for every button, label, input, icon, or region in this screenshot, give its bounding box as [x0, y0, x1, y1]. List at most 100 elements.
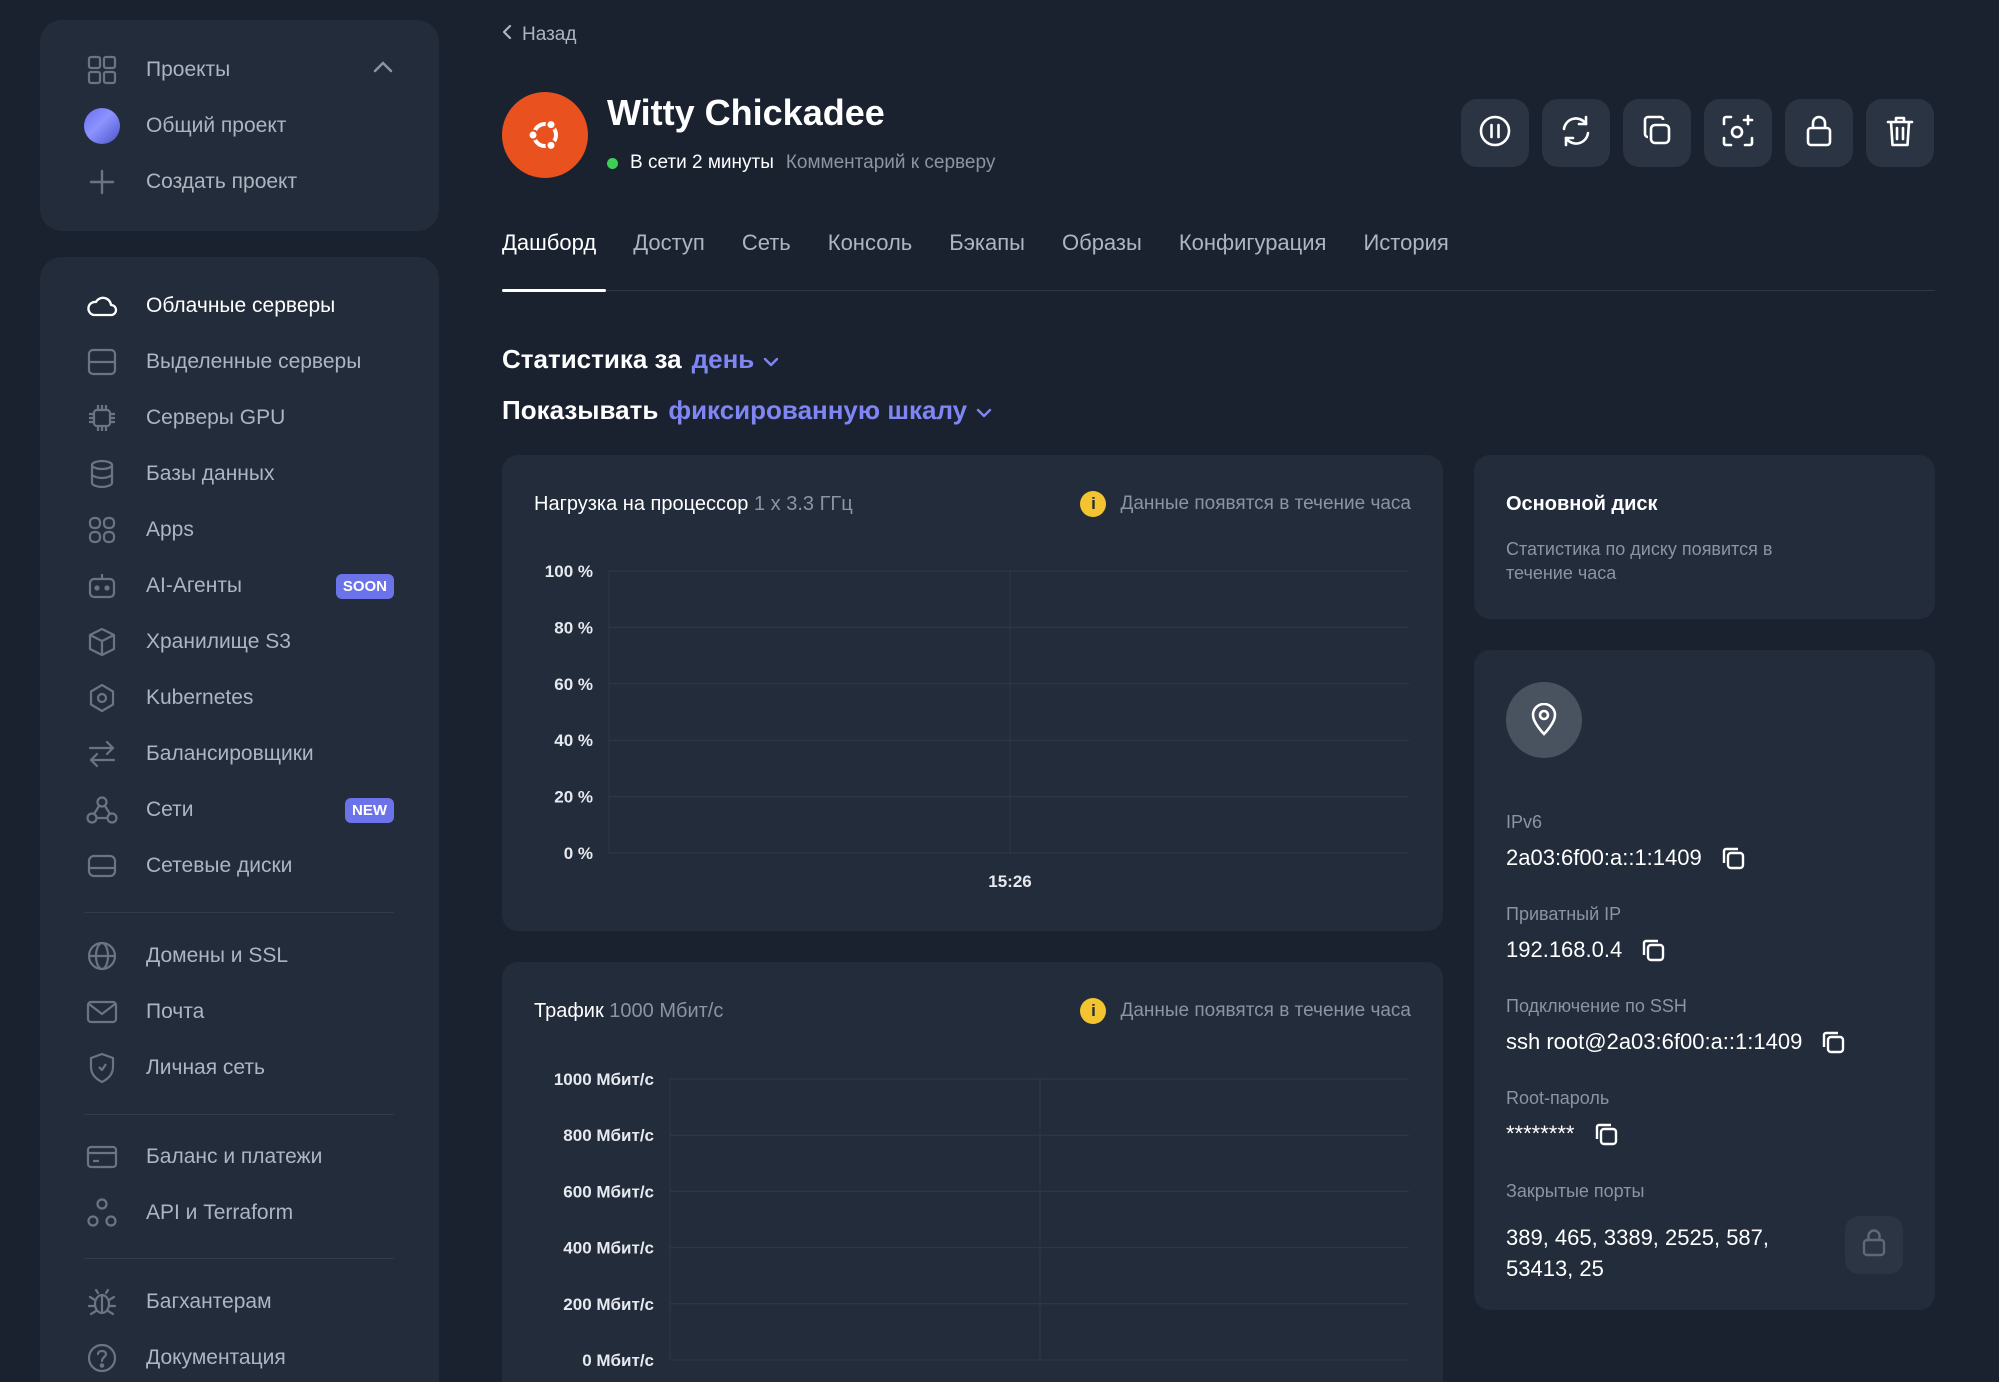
create-project-button[interactable]: Создать проект [84, 162, 297, 202]
mail-icon [84, 994, 120, 1030]
tab-dashboard[interactable]: Дашборд [502, 230, 596, 256]
shield-icon [84, 1050, 120, 1086]
nav-item-private-network[interactable]: Личная сеть [84, 1048, 265, 1088]
ssh-value: ssh root@2a03:6f00:a::1:1409 [1506, 1029, 1803, 1054]
private-ip-row: 192.168.0.4 [1506, 937, 1666, 963]
restart-icon [1559, 114, 1593, 153]
cube-icon [84, 624, 120, 660]
back-link[interactable]: Назад [502, 24, 576, 46]
nav-item-cloud-servers[interactable]: Облачные серверы [84, 286, 335, 326]
delete-button[interactable] [1866, 99, 1934, 167]
tabs-divider [502, 290, 1935, 291]
scale-value: фиксированную шкалу [668, 395, 968, 425]
nav-item-s3-storage[interactable]: Хранилище S3 [84, 622, 291, 662]
nav-item-documentation[interactable]: Документация [84, 1338, 286, 1378]
period-dropdown[interactable]: день [692, 344, 781, 375]
nav-item-domains-ssl[interactable]: Домены и SSL [84, 936, 288, 976]
nav-item-databases[interactable]: Базы данных [84, 454, 275, 494]
nav-item-label: Багхантерам [146, 1290, 272, 1313]
y-tick-label: 20 % [554, 788, 593, 807]
stats-scale-prefix: Показывать [502, 395, 659, 425]
chevron-left-icon [502, 24, 512, 46]
root-password-value: ******** [1506, 1121, 1575, 1146]
nav-item-ai-agents[interactable]: AI-Агенты SOON [84, 566, 394, 606]
tab-history[interactable]: История [1363, 230, 1448, 256]
traffic-card: Трафик 1000 Мбит/с i Данные появятся в т… [502, 962, 1443, 1382]
y-tick-label: 200 Мбит/с [563, 1295, 654, 1314]
nav-item-api-terraform[interactable]: API и Terraform [84, 1193, 293, 1233]
stats-scale-filter: Показывать фиксированную шкалу [502, 395, 993, 426]
lock-button[interactable] [1785, 99, 1853, 167]
stats-period-prefix: Статистика за [502, 344, 682, 374]
nav-item-billing[interactable]: Баланс и платежи [84, 1137, 322, 1177]
nav-item-label: Серверы GPU [146, 406, 286, 429]
nav-divider [84, 912, 394, 913]
new-badge: NEW [345, 797, 394, 823]
projects-header[interactable]: Проекты [84, 50, 230, 90]
nav-item-networks[interactable]: Сети NEW [84, 790, 394, 830]
tab-bar: Дашборд Доступ Сеть Консоль Бэкапы Образ… [502, 230, 1449, 256]
ipv6-label: IPv6 [1506, 812, 1543, 832]
chip-icon [84, 400, 120, 436]
nav-item-label: Балансировщики [146, 742, 314, 765]
tab-configuration[interactable]: Конфигурация [1179, 230, 1327, 256]
project-item-general[interactable]: Общий проект [84, 106, 286, 146]
restart-button[interactable] [1542, 99, 1610, 167]
copy-icon[interactable] [1640, 937, 1666, 963]
nav-item-label: Почта [146, 1000, 205, 1023]
apps-icon [84, 512, 120, 548]
nav-item-network-disks[interactable]: Сетевые диски [84, 846, 292, 886]
clone-button[interactable] [1623, 99, 1691, 167]
y-tick-label: 80 % [554, 618, 593, 637]
nav-item-mail[interactable]: Почта [84, 992, 204, 1032]
copy-icon[interactable] [1820, 1029, 1846, 1055]
period-value: день [691, 344, 755, 374]
cloud-icon [84, 288, 120, 324]
tab-images[interactable]: Образы [1062, 230, 1142, 256]
tab-network[interactable]: Сеть [742, 230, 791, 256]
pause-button[interactable] [1461, 99, 1529, 167]
nav-item-balancers[interactable]: Балансировщики [84, 734, 314, 774]
tab-console[interactable]: Консоль [828, 230, 913, 256]
lock-icon [1804, 114, 1834, 153]
stats-period-filter: Статистика за день [502, 344, 780, 375]
server-name: Witty Chickadee [607, 92, 885, 133]
nav-item-label: API и Terraform [146, 1201, 294, 1224]
nav-item-gpu-servers[interactable]: Серверы GPU [84, 398, 285, 438]
server-info-card: IPv6 2a03:6f00:a::1:1409 Приватный IP 19… [1474, 650, 1935, 1310]
server-comment-link[interactable]: Комментарий к серверу [786, 152, 995, 174]
y-tick-label: 0 % [564, 844, 593, 863]
closed-ports-label: Закрытые порты [1506, 1181, 1645, 1201]
y-tick-label: 0 Мбит/с [582, 1351, 654, 1370]
nav-item-label: Apps [146, 518, 194, 541]
cpu-load-card: Нагрузка на процессор 1 x 3.3 ГГц i Данн… [502, 455, 1443, 931]
status-text: В сети 2 минуты [630, 152, 774, 173]
copy-icon[interactable] [1593, 1121, 1619, 1147]
help-icon [84, 1340, 120, 1376]
chevron-down-icon [975, 395, 993, 426]
nav-item-kubernetes[interactable]: Kubernetes [84, 678, 253, 718]
nav-item-apps[interactable]: Apps [84, 510, 194, 550]
nav-item-dedicated-servers[interactable]: Выделенные серверы [84, 342, 361, 382]
snapshot-button[interactable] [1704, 99, 1772, 167]
disk-card-title: Основной диск [1506, 493, 1658, 515]
scale-dropdown[interactable]: фиксированную шкалу [668, 395, 993, 426]
ports-lock-button[interactable] [1845, 1216, 1903, 1274]
chevron-up-icon[interactable] [372, 60, 394, 79]
bug-icon [84, 1284, 120, 1320]
nav-item-label: Сетевые диски [146, 854, 293, 877]
disk-card-subtitle: Статистика по диску появится в течение ч… [1506, 539, 1773, 584]
ubuntu-logo-icon [502, 92, 588, 178]
plus-icon [84, 164, 120, 200]
main-nav: Облачные серверы Выделенные серверы Серв… [40, 257, 439, 1382]
copy-icon[interactable] [1720, 845, 1746, 871]
tab-backups[interactable]: Бэкапы [949, 230, 1025, 256]
grid-icon [84, 52, 120, 88]
nav-item-label: Баланс и платежи [146, 1145, 323, 1168]
tab-access[interactable]: Доступ [633, 230, 705, 256]
nav-item-bug-hunters[interactable]: Багхантерам [84, 1282, 272, 1322]
closed-ports-value: 389, 465, 3389, 2525, 587, 53413, 25 [1506, 1225, 1770, 1281]
projects-panel: Проекты Общий проект Создать проект [40, 20, 439, 231]
trash-icon [1885, 114, 1915, 153]
soon-badge: SOON [335, 573, 394, 599]
